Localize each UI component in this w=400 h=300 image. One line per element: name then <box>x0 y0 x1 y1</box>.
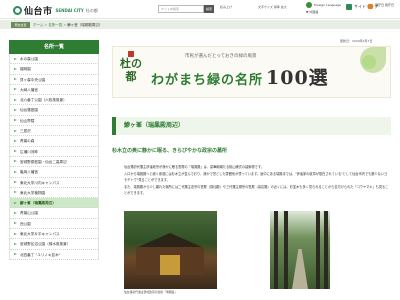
breadcrumb-separator: > <box>44 23 48 27</box>
sidebar-item[interactable]: 青葉山公園 <box>10 208 98 219</box>
photo-roof <box>138 233 202 247</box>
sidebar-item[interactable]: 仙山界隈 <box>10 116 98 127</box>
sidebar-item[interactable]: 亀岡八幡宮 <box>10 167 98 178</box>
site-tag-2: 杜の都 <box>85 7 98 13</box>
photo-tree <box>274 211 278 289</box>
banner-title: わがまち緑の名所 100選 <box>151 63 329 90</box>
sidebar-item[interactable]: 北四番丁 "ユリノキ並木" <box>10 250 98 260</box>
photo-tree <box>324 211 328 289</box>
sidebar-item[interactable]: 広瀬川河畔 <box>10 147 98 157</box>
office-days-label: 開庁日 閉庁日 <box>375 3 394 7</box>
sidebar-item[interactable]: 三居沢 <box>10 126 98 137</box>
office-days-link[interactable]: 開庁日 閉庁日 <box>368 3 394 9</box>
font-size-control[interactable]: 文字サイズ 標準 拡大 <box>258 5 287 9</box>
paragraph: また、瑞鳳殿から少し離れた場所には二代藩主忠宗の霊屋（感仙殿）や三代藩主綱宗の霊… <box>124 185 389 195</box>
page-heading: 鯵ヶ峯（瑞鳳殿周辺） <box>112 117 391 135</box>
header-links: 読み上げ <box>220 5 235 9</box>
breadcrumb: ホーム>名所一覧>鯵ヶ峯（瑞鳳殿周辺） <box>33 22 102 28</box>
leaf-decoration-icon <box>362 55 376 69</box>
photo-tree <box>284 211 288 289</box>
banner-subtitle: 市民が選んだとっておきの緑の風景 <box>185 54 257 59</box>
sidebar-item[interactable]: 西公園 <box>10 219 98 230</box>
sidebar-item[interactable]: 東北大学片平キャンパス <box>10 229 98 240</box>
sidebar-item[interactable]: 仙台藩庭園 <box>10 105 98 116</box>
zuihoden-photo <box>124 211 217 289</box>
paragraph: 仙台藩初代藩主伊達政宗が静かに眠る霊屋の「瑞鳳殿」は、豪華絢爛たる桃山様式の建築… <box>124 165 264 169</box>
site-name: 仙台市 <box>24 7 53 17</box>
search-button[interactable]: 検索 <box>204 5 214 13</box>
calendar-icon <box>368 4 373 9</box>
sidebar-item[interactable]: 大崎八幡宮 <box>10 85 98 96</box>
cedar-path-photo <box>270 211 330 289</box>
banner-stamp-text: 杜の都 <box>120 57 142 83</box>
sidebar-item[interactable]: 東北大学川内キャンパス <box>10 178 98 188</box>
sidebar-item[interactable]: 北六番丁公園（六枚風風景） <box>10 95 98 106</box>
sitemap-link[interactable]: サイトマップ <box>346 4 378 10</box>
breadcrumb-separator: > <box>63 23 67 27</box>
sidebar-item[interactable]: 東北大学植物園 <box>10 188 98 199</box>
banner-stamp: 杜の都 <box>117 51 145 93</box>
sidebar-item[interactable]: 水の森公園 <box>10 54 98 65</box>
photo-caption: 仙台藩初代藩主伊達政宗の霊屋「瑞鳳殿」 <box>124 290 178 294</box>
breadcrumb-list[interactable]: 名所一覧 <box>48 23 62 27</box>
sidebar: 名所一覧 水の森公園 榴岡園 貝ヶ森中央公園 大崎八幡宮 北六番丁公園（六枚風風景） 仙台… <box>9 40 99 260</box>
article-body: 仙台藩初代藩主伊達政宗が静かに眠る霊屋の「瑞鳳殿」は、豪華絢爛たる桃山様式の建築… <box>124 164 389 197</box>
photo-tree <box>316 211 320 289</box>
sidebar-title: 名所一覧 <box>9 40 99 54</box>
sidebar-item[interactable]: 鯵ヶ峯（瑞鳳殿周辺） <box>10 198 98 209</box>
sidebar-item[interactable]: 貝ヶ森中央公園 <box>10 75 98 85</box>
page-title: 鯵ヶ峯（瑞鳳殿周辺） <box>124 122 185 129</box>
foreign-language-button[interactable]: Foreign Language <box>306 2 341 8</box>
city-emblem-icon <box>13 6 22 15</box>
section-subhead: 杉木立の奥に静かに眠る、きらびやかな政宗の墓所 <box>112 148 228 154</box>
photo-door <box>160 255 180 275</box>
read-aloud-link[interactable]: 読み上げ <box>220 5 232 9</box>
updated-date: 更新日：2020年2月7日 <box>340 39 373 43</box>
sidebar-list: 水の森公園 榴岡園 貝ヶ森中央公園 大崎八幡宮 北六番丁公園（六枚風風景） 仙台藩庭園 仙山… <box>9 54 99 260</box>
sidebar-item[interactable]: 宮城野区沼公園（緑水風風景） <box>10 239 98 250</box>
sitemap-icon <box>346 4 352 10</box>
search-input[interactable]: サイト内検索 <box>158 5 204 13</box>
sidebar-item[interactable]: 青葉の森 <box>10 136 98 147</box>
sidebar-item[interactable]: 榴岡園 <box>10 64 98 75</box>
sidebar-item[interactable]: 宮城野原庭園・仙台二高周辺 <box>10 157 98 168</box>
paragraph: 入口から瑞鳳殿へと続く参道には杉木立が並んでおり、静かで凛とした雰囲気が漂ってい… <box>124 172 388 182</box>
banner-number: 100選 <box>266 67 329 89</box>
site-header: 仙台市 SENDAI CITY 杜の都 サイト内検索 検索 読み上げ 文字サイズ… <box>0 0 400 19</box>
photo-path <box>292 249 308 289</box>
site-logo[interactable]: 仙台市 SENDAI CITY 杜の都 <box>13 4 98 17</box>
banner-title-text: わがまち緑の名所 <box>151 73 264 88</box>
breadcrumb-tag: 現在位置 <box>11 22 30 28</box>
site-tag: SENDAI CITY <box>55 8 84 13</box>
hero-banner: 杜の都 市民が選んだとっておきの緑の風景 わがまち緑の名所 100選 <box>112 46 391 98</box>
breadcrumb-current: 鯵ヶ峯（瑞鳳殿周辺） <box>67 23 103 27</box>
foreign-language-label: Foreign Language <box>314 3 341 7</box>
foreign-language-sub[interactable]: ▼ 外国語 <box>306 10 318 14</box>
breadcrumb-home[interactable]: ホーム <box>33 23 43 27</box>
globe-icon <box>306 2 312 8</box>
